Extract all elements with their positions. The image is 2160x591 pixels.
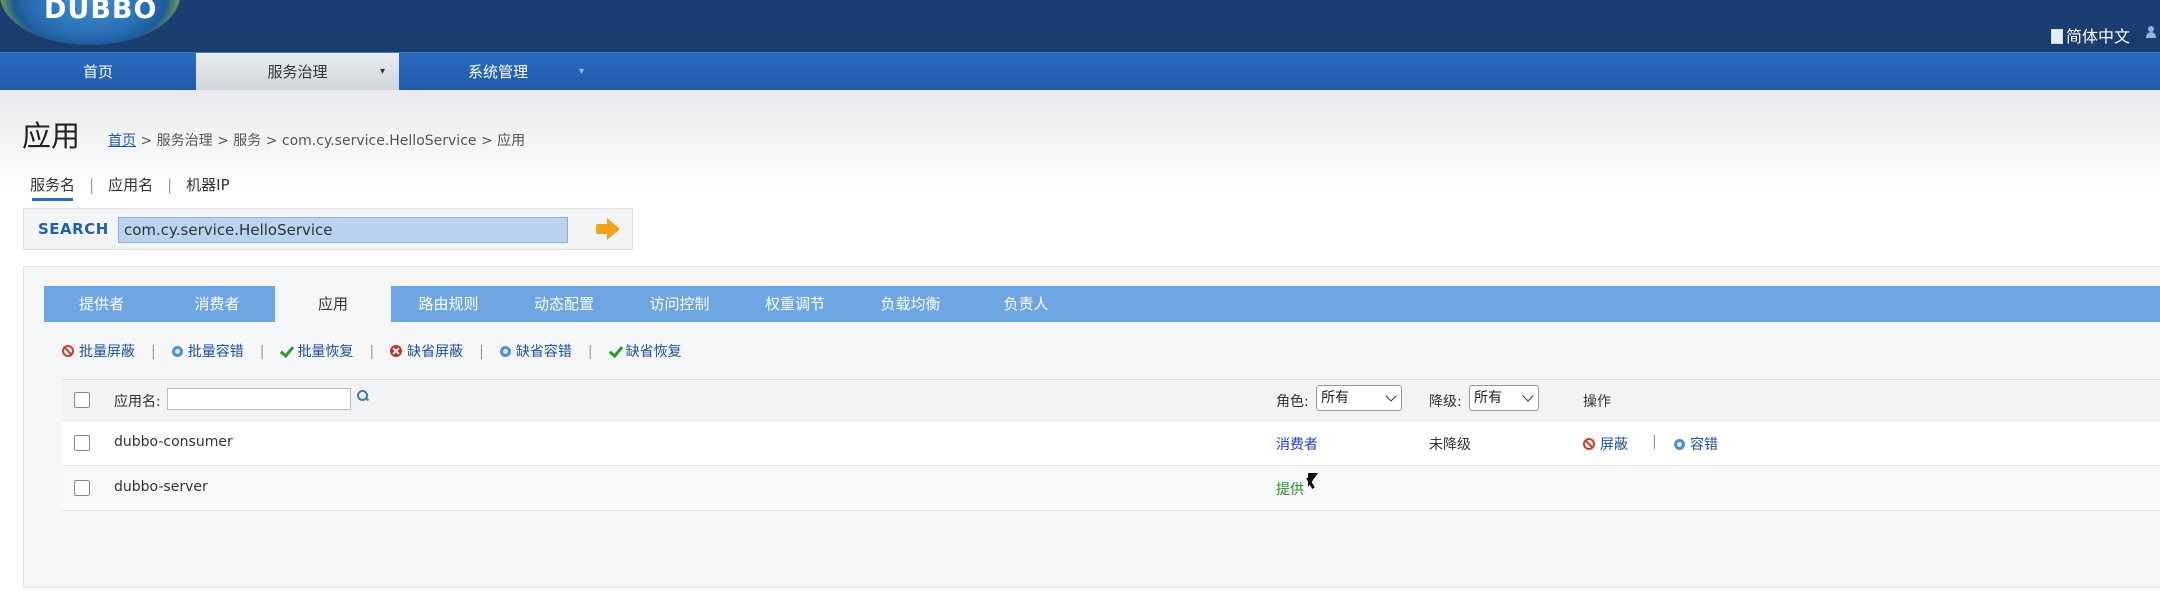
table-row: dubbo-consumer 消费者 未降级 屏蔽 | 容错 [62,421,2160,466]
top-header: DUBBO 简体中文 [0,0,2160,52]
dropdown-caret-icon: ▾ [579,66,585,77]
row-checkbox[interactable] [74,480,90,496]
separator: | [587,344,593,360]
language-label: 简体中文 [2065,27,2130,46]
action-label: 批量恢复 [297,344,354,360]
document-icon [2050,29,2063,44]
gear-icon [171,346,183,357]
search-icon[interactable] [357,390,369,402]
chevron-down-icon [1522,390,1534,402]
logo-text: DUBBO [44,0,158,25]
column-header-app-name: 应用名: [114,394,161,410]
tab-load-balance[interactable]: 负载均衡 [853,286,968,322]
mouse-cursor-icon [1308,473,1318,487]
nav-item-service-governance[interactable]: 服务治理 ▾ [196,53,399,91]
table-row: dubbo-server 提供 [62,466,2160,511]
action-label: 缺省容错 [515,344,572,360]
language-switch[interactable]: 简体中文 [2050,23,2130,47]
separator: | [151,344,156,360]
table-header-row: 应用名: 角色: 所有 降级: 所有 操作 [62,380,2160,421]
search-input[interactable] [118,217,568,243]
tab-consumers[interactable]: 消费者 [159,286,275,322]
gear-icon [1674,439,1685,450]
applications-table: 应用名: 角色: 所有 降级: 所有 操作 dubbo-consumer 消费者… [62,379,2160,511]
search-type-tabs: 服务名 | 应用名 | 机器IP [30,174,230,195]
tab-access-control[interactable]: 访问控制 [622,286,737,322]
tab-owner[interactable]: 负责人 [968,286,1084,322]
breadcrumb-path: > 服务治理 > 服务 > com.cy.service.HelloServic… [136,133,526,149]
column-header-degrade: 降级: [1429,394,1462,410]
column-header-role: 角色: [1276,394,1309,410]
row-checkbox[interactable] [74,435,90,451]
app-name-filter-input[interactable] [167,388,351,410]
content-panel: 提供者 消费者 应用 路由规则 动态配置 访问控制 权重调节 负载均衡 负责人 … [23,266,2160,588]
x-circle-icon [390,345,403,357]
op-label: 容错 [1690,437,1718,453]
search-label: SEARCH [38,220,109,238]
search-tab-machine-ip[interactable]: 机器IP [186,176,229,194]
chevron-down-icon [1385,390,1397,402]
role-link[interactable]: 消费者 [1276,434,1318,454]
degrade-filter-select[interactable]: 所有 [1469,385,1539,411]
ban-icon [62,345,74,357]
role-filter-value: 所有 [1321,390,1349,406]
op-label: 屏蔽 [1600,437,1628,453]
select-all-checkbox[interactable] [74,392,90,408]
role-link[interactable]: 提供 [1276,479,1304,499]
app-name-cell: dubbo-server [114,479,208,495]
default-disable-button[interactable]: 缺省屏蔽 [390,344,463,360]
detail-tabs: 提供者 消费者 应用 路由规则 动态配置 访问控制 权重调节 负载均衡 负责人 [44,286,2160,322]
check-icon [609,345,621,357]
search-tab-service-name[interactable]: 服务名 [30,176,75,194]
tolerance-button[interactable]: 容错 [1674,434,1718,454]
action-label: 批量容错 [187,344,244,360]
separator: | [1652,434,1657,450]
separator: | [369,344,375,360]
nav-item-label: 首页 [82,63,113,81]
action-label: 批量屏蔽 [79,344,135,360]
breadcrumb: 首页 > 服务治理 > 服务 > com.cy.service.HelloSer… [108,130,525,150]
gear-icon [499,346,511,357]
column-header-ops: 操作 [1583,394,1611,410]
app-name-cell: dubbo-consumer [114,434,233,450]
separator: | [259,344,265,360]
batch-actions: 批量屏蔽 | 批量容错 | 批量恢复 | 缺省屏蔽 | 缺省容错 | 缺省恢复 [62,341,682,361]
degrade-status: 未降级 [1429,437,1471,453]
nav-item-home[interactable]: 首页 [0,53,196,91]
tab-dynamic-config[interactable]: 动态配置 [506,286,622,322]
tab-weight-adjust[interactable]: 权重调节 [737,286,853,322]
page-title: 应用 [22,119,81,153]
batch-recover-button[interactable]: 批量恢复 [280,344,353,360]
default-recover-button[interactable]: 缺省恢复 [609,344,682,360]
tab-providers[interactable]: 提供者 [44,286,159,322]
breadcrumb-home-link[interactable]: 首页 [108,133,136,149]
search-arrow-icon[interactable] [594,217,622,241]
separator: | [167,176,173,194]
ban-icon [1583,438,1595,450]
default-tolerance-button[interactable]: 缺省容错 [499,344,572,360]
separator: | [479,344,484,360]
nav-item-system-management[interactable]: 系统管理 ▾ [399,53,597,91]
check-icon [280,345,292,357]
main-nav: 首页 服务治理 ▾ 系统管理 ▾ [0,52,2160,91]
search-box: SEARCH [23,208,633,250]
batch-tolerance-button[interactable]: 批量容错 [171,344,244,360]
action-label: 缺省屏蔽 [407,344,464,360]
nav-item-label: 系统管理 [467,63,528,81]
search-tab-app-name[interactable]: 应用名 [108,176,153,194]
action-label: 缺省恢复 [625,344,682,360]
tab-applications[interactable]: 应用 [275,286,391,322]
role-filter-select[interactable]: 所有 [1316,385,1402,411]
user-icon[interactable] [2146,26,2156,38]
tab-routing-rules[interactable]: 路由规则 [391,286,506,322]
dropdown-caret-icon: ▾ [380,66,386,77]
separator: | [89,176,95,194]
disable-button[interactable]: 屏蔽 [1583,434,1628,454]
batch-disable-button[interactable]: 批量屏蔽 [62,344,135,360]
degrade-filter-value: 所有 [1474,390,1502,406]
nav-item-label: 服务治理 [267,63,328,81]
